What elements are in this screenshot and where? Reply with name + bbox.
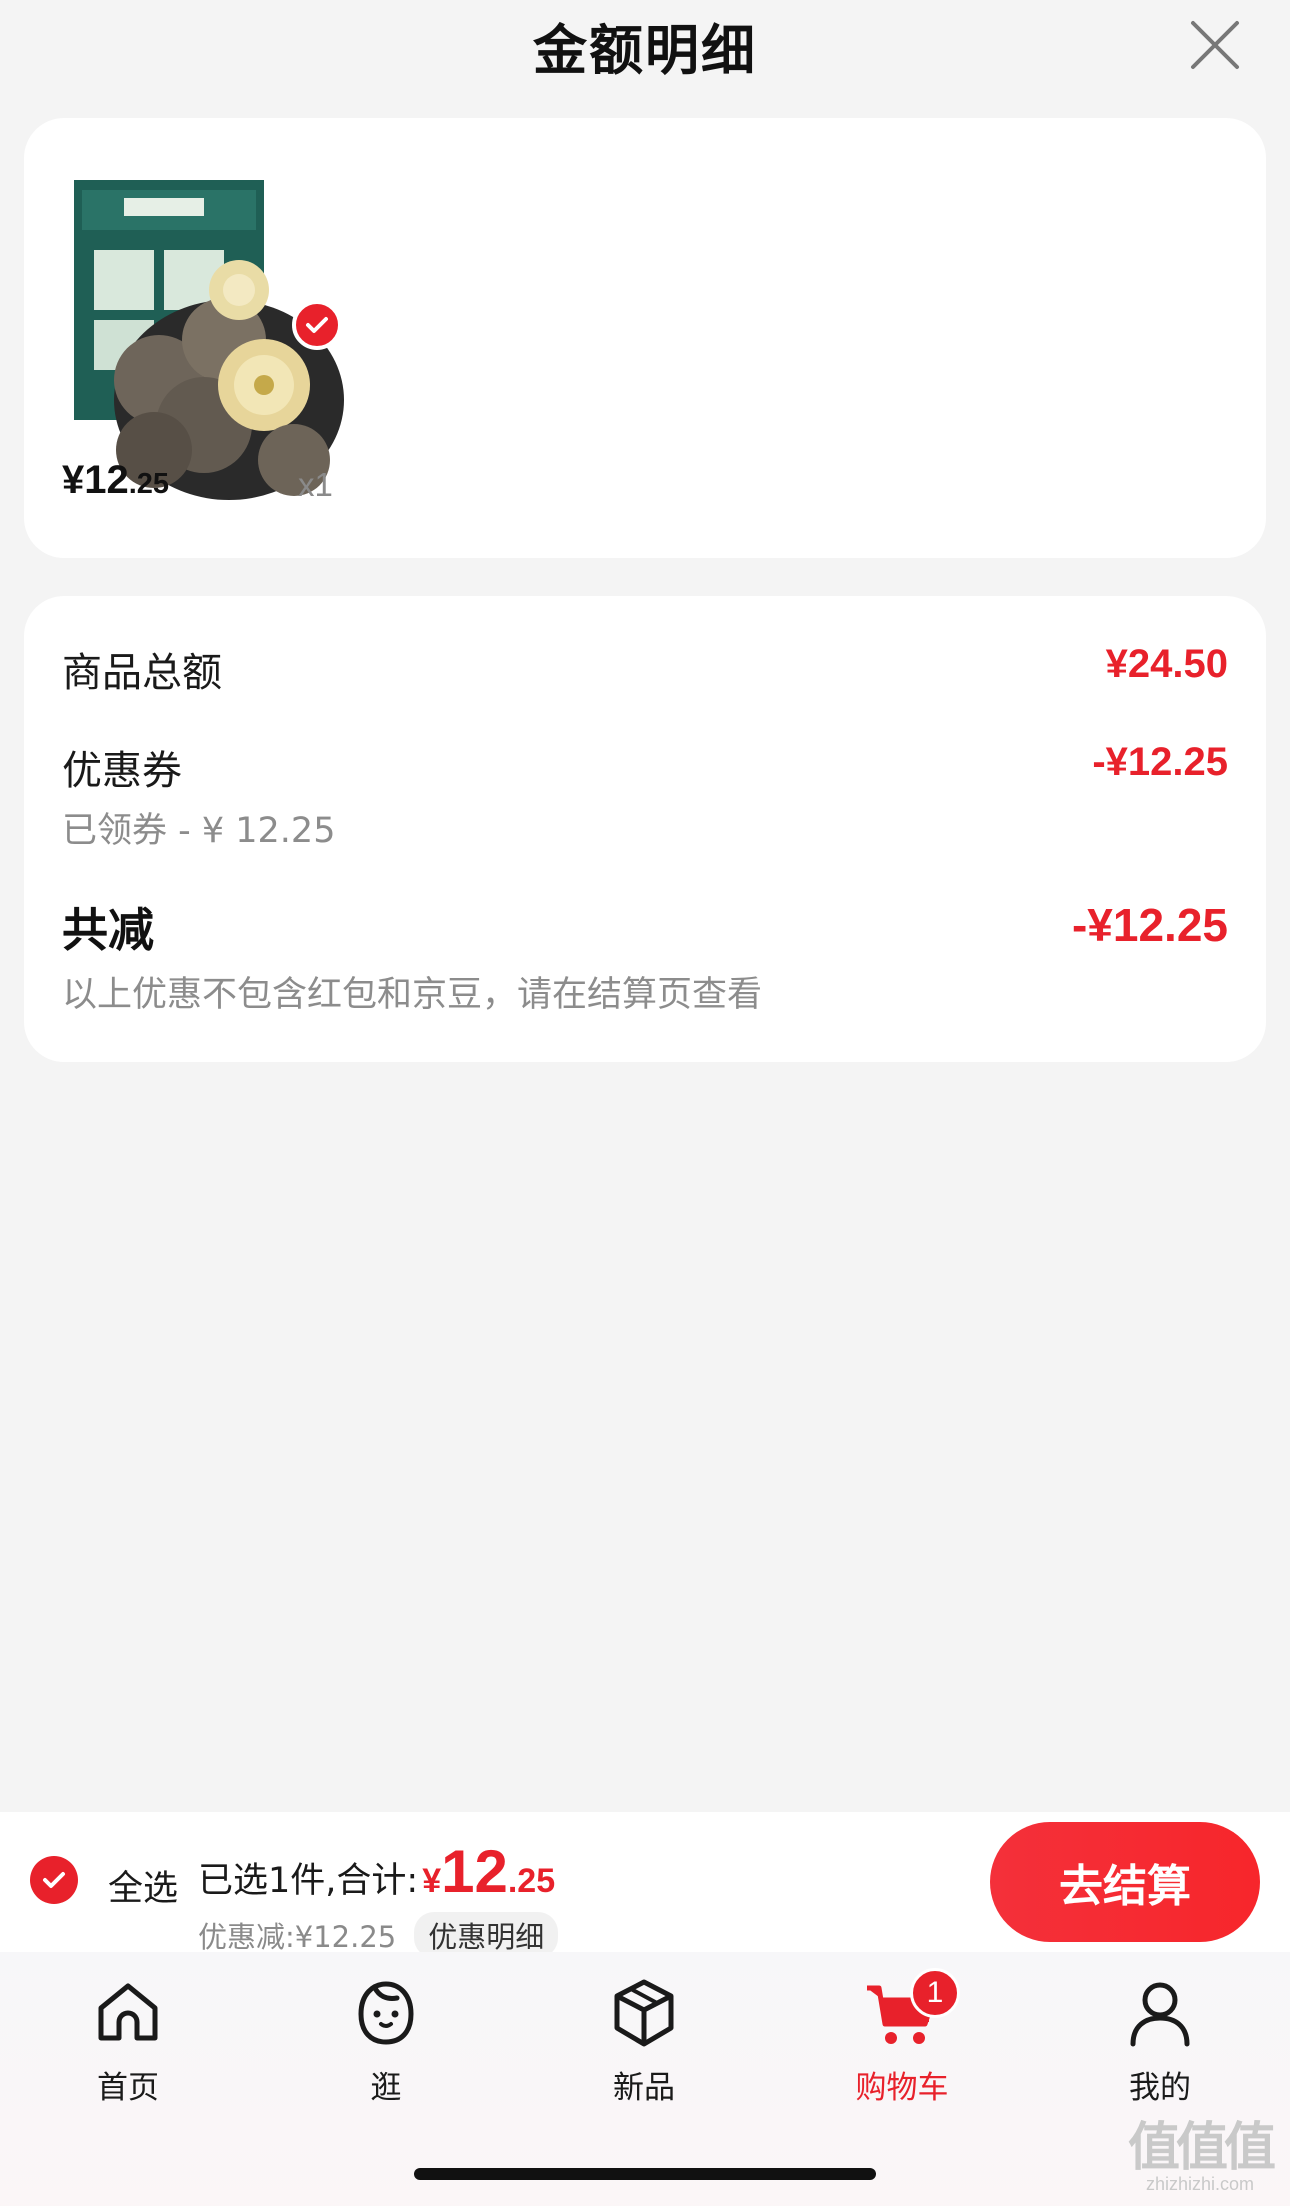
- selected-summary: 已选1件,合计: ¥ 12 .25: [198, 1842, 555, 1903]
- coupon-sub: 已领券 - ¥ 12.25: [62, 811, 336, 851]
- product-price-dec: .25: [128, 468, 170, 500]
- cube-icon: [614, 1979, 674, 2047]
- total-dec: .25: [507, 1862, 556, 1900]
- tab-browse-label: 逛: [370, 2070, 402, 2106]
- goods-total-label: 商品总额: [62, 650, 222, 696]
- home-icon: [98, 1983, 158, 2041]
- home-indicator: [414, 2168, 876, 2180]
- checkmark-icon: [306, 317, 328, 333]
- discount-text: 优惠减:¥12.25: [198, 1920, 397, 1954]
- user-icon: [1130, 1982, 1190, 2047]
- cart-badge: 1: [910, 1968, 960, 2018]
- select-all-label[interactable]: 全选: [108, 1860, 178, 1911]
- tab-cart-label: 购物车: [855, 2070, 949, 2106]
- product-price: ¥12.25: [62, 458, 169, 503]
- tab-cart[interactable]: 1 购物车: [812, 1968, 992, 2124]
- coupon-value: -¥12.25: [1092, 740, 1228, 784]
- page-title: 金额明细: [533, 18, 757, 82]
- face-icon: [358, 1981, 414, 2045]
- watermark-glyphs: 值值值: [1127, 2118, 1276, 2178]
- tab-mine-label: 我的: [1129, 2070, 1191, 2106]
- checkout-button[interactable]: 去结算: [990, 1822, 1260, 1942]
- discount-note: 以上优惠不包含红包和京豆，请在结算页查看: [62, 975, 763, 1015]
- selected-count-text: 已选1件,合计:: [198, 1861, 419, 1901]
- checkout-bar: 全选 已选1件,合计: ¥ 12 .25 优惠减:¥12.25 优惠明细 去结算: [0, 1812, 1290, 1958]
- goods-total-value: ¥24.50: [1105, 642, 1228, 686]
- tab-mine[interactable]: 我的: [1070, 1974, 1250, 2124]
- tab-browse[interactable]: 逛: [296, 1974, 476, 2124]
- amount-summary-card: 商品总额 ¥24.50 优惠券 -¥12.25 已领券 - ¥ 12.25 共减…: [24, 596, 1266, 1062]
- product-price-int: ¥12: [62, 458, 129, 502]
- total-reduce-value: -¥12.25: [1071, 899, 1228, 951]
- total-amount: ¥ 12 .25: [422, 1842, 555, 1902]
- watermark-site: zhizhizhi.com: [1145, 2174, 1255, 2194]
- total-currency: ¥: [422, 1862, 442, 1900]
- watermark: 值值值 zhizhizhi.com: [1127, 2118, 1276, 2195]
- checkmark-icon: [43, 1872, 65, 1888]
- close-icon: [1191, 21, 1239, 69]
- product-card: ¥12.25 x1: [24, 118, 1266, 558]
- tab-home[interactable]: 首页: [38, 1974, 218, 2124]
- tab-new[interactable]: 新品: [554, 1974, 734, 2124]
- product-select-checkbox[interactable]: [292, 300, 342, 350]
- tab-home-label: 首页: [97, 2070, 159, 2106]
- total-reduce-label: 共减: [62, 903, 154, 957]
- select-all-checkbox[interactable]: [30, 1856, 78, 1904]
- close-button[interactable]: [1180, 10, 1250, 80]
- total-int: 12: [441, 1838, 508, 1905]
- tab-new-label: 新品: [613, 2070, 675, 2106]
- product-quantity: x1: [298, 466, 333, 503]
- coupon-label: 优惠券: [62, 748, 182, 794]
- header-bar: 金额明细: [0, 0, 1290, 100]
